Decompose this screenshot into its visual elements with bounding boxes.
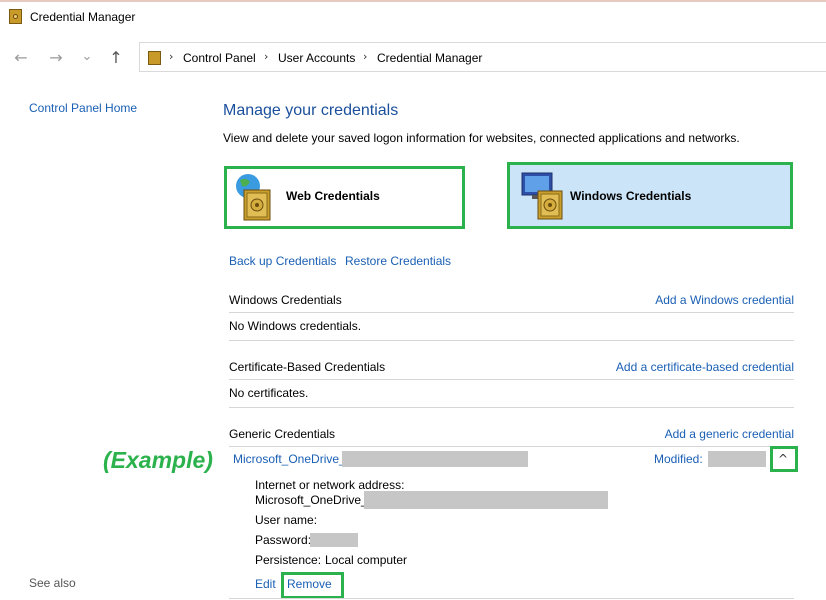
redacted-block <box>310 533 358 547</box>
breadcrumb-credential-manager[interactable]: Credential Manager <box>377 51 482 65</box>
title-bar: Credential Manager <box>0 0 826 32</box>
forward-arrow-icon[interactable]: → <box>46 48 66 68</box>
add-generic-credential-link[interactable]: Add a generic credential <box>665 427 794 441</box>
back-arrow-icon[interactable]: ← <box>11 48 31 68</box>
generic-credentials-section-title: Generic Credentials <box>229 427 336 441</box>
breadcrumb-separator-icon: › <box>264 50 269 63</box>
breadcrumb-user-accounts[interactable]: User Accounts <box>278 51 355 65</box>
certificate-credentials-empty-text: No certificates. <box>229 386 309 400</box>
chevron-up-icon: ^ <box>778 452 789 466</box>
control-panel-home-link[interactable]: Control Panel Home <box>29 101 137 115</box>
credential-manager-icon <box>9 9 22 24</box>
window-title: Credential Manager <box>30 10 136 24</box>
divider <box>229 446 794 447</box>
modified-label: Modified: <box>654 452 703 466</box>
persistence-label: Persistence: <box>255 553 322 567</box>
windows-credentials-empty-text: No Windows credentials. <box>229 319 362 333</box>
address-label: Internet or network address: <box>255 478 405 492</box>
see-also-label: See also <box>29 576 76 590</box>
add-certificate-credential-link[interactable]: Add a certificate-based credential <box>616 360 794 374</box>
up-arrow-icon[interactable]: ↑ <box>106 48 126 68</box>
collapse-chevron-button[interactable]: ^ <box>770 446 798 472</box>
windows-credentials-highlight <box>507 162 793 229</box>
divider <box>229 598 794 599</box>
address-bar[interactable]: › Control Panel › User Accounts › Creden… <box>139 42 826 72</box>
example-annotation: (Example) <box>103 447 213 473</box>
redacted-block <box>342 451 528 467</box>
control-panel-icon <box>148 51 161 65</box>
username-label: User name: <box>255 513 318 527</box>
certificate-credentials-section-title: Certificate-Based Credentials <box>229 360 386 374</box>
breadcrumb-separator-icon: › <box>363 50 368 63</box>
page-title: Manage your credentials <box>223 102 399 119</box>
divider <box>229 340 794 341</box>
recent-locations-chevron-icon[interactable]: ⌄ <box>77 47 97 67</box>
password-label: Password: <box>255 533 312 547</box>
windows-credentials-section-title: Windows Credentials <box>229 293 342 307</box>
web-credentials-highlight <box>224 166 465 229</box>
divider <box>229 312 794 313</box>
restore-credentials-link[interactable]: Restore Credentials <box>345 254 451 268</box>
breadcrumb-separator-icon: › <box>169 50 174 63</box>
backup-credentials-link[interactable]: Back up Credentials <box>229 254 336 268</box>
page-description: View and delete your saved logon informa… <box>223 131 740 145</box>
remove-highlight <box>281 572 344 599</box>
add-windows-credential-link[interactable]: Add a Windows credential <box>655 293 794 307</box>
divider <box>229 407 794 408</box>
redacted-block <box>708 451 766 467</box>
generic-credential-item-name[interactable]: Microsoft_OneDrive_ <box>233 452 346 466</box>
address-value: Microsoft_OneDrive_ <box>255 493 368 507</box>
edit-credential-link[interactable]: Edit <box>255 577 276 591</box>
breadcrumb-control-panel[interactable]: Control Panel <box>183 51 256 65</box>
persistence-value: Local computer <box>325 553 408 567</box>
divider <box>229 379 794 380</box>
redacted-block <box>364 491 608 509</box>
